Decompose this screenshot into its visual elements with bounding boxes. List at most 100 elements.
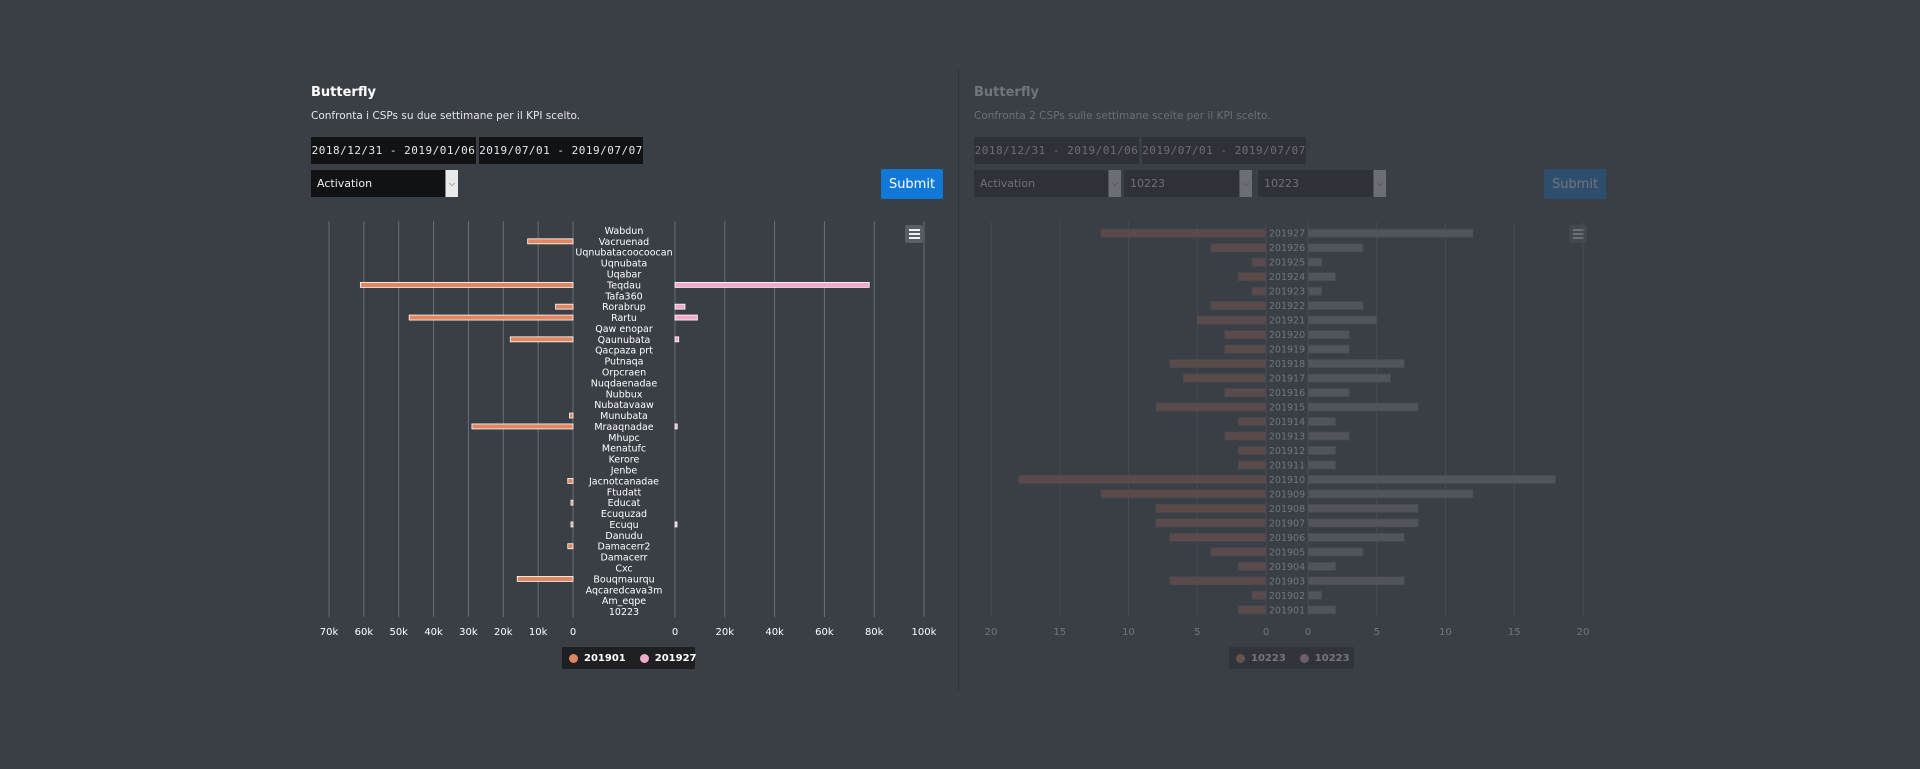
bar-series2: [674, 314, 698, 321]
category-label: Mhupc: [608, 433, 640, 444]
category-label: Uqnubata: [601, 259, 647, 270]
legend-item-series1[interactable]: 10223: [1229, 653, 1293, 664]
bar-series2: [1307, 446, 1336, 455]
bar-series2: [674, 423, 678, 430]
bar-series1: [569, 412, 574, 419]
category-label: Ecuquzad: [601, 509, 647, 520]
legend-item-series2[interactable]: 10223: [1293, 653, 1357, 664]
right-butterfly-panel: Butterfly Confronta 2 CSPs sulle settima…: [962, 0, 1920, 769]
category-label: Qaw enopar: [595, 324, 653, 335]
bar-series2: [674, 281, 870, 288]
bar-series1: [516, 575, 574, 582]
bar-series1: [1224, 330, 1267, 340]
bar-series2: [1307, 605, 1336, 615]
category-label: Wabdun: [605, 226, 644, 237]
series2-dot-icon: [1299, 653, 1309, 663]
bar-series1: [471, 423, 574, 430]
category-label: Nuqdaenadae: [591, 378, 658, 389]
x-tick-label: 10: [1439, 627, 1452, 638]
butterfly-chart: 20 15 10 5 0 0 5 10 15 20 201927 201926 201925 201924…: [985, 222, 1589, 638]
bar-series2: [1307, 257, 1323, 267]
bar-series2: [1307, 532, 1405, 542]
category-label: 201906: [1269, 533, 1305, 544]
category-label: Jacnotcanadae: [588, 476, 659, 487]
category-label: Ecuqu: [609, 520, 638, 531]
category-label: Munubata: [600, 411, 648, 422]
bar-series1: [1155, 402, 1267, 412]
bar-series2: [1307, 503, 1419, 513]
bar-series1: [1100, 489, 1267, 499]
category-label: 201919: [1269, 345, 1305, 356]
bar-series1: [1224, 431, 1267, 441]
category-label: 201912: [1269, 446, 1305, 457]
bar-series2: [1307, 417, 1336, 426]
bar-series2: [1307, 286, 1323, 296]
bar-series1: [1238, 605, 1267, 615]
x-tick-label: 40k: [424, 627, 443, 638]
x-tick-label: 80k: [865, 627, 884, 638]
x-tick-label: 0: [1263, 627, 1269, 638]
x-tick-label: 30k: [459, 627, 478, 638]
category-label: 201901: [1269, 605, 1305, 616]
x-tick-label: 15: [1053, 627, 1066, 638]
bar-series1: [1210, 301, 1267, 311]
category-label: 201923: [1269, 287, 1305, 298]
bar-series2: [1307, 518, 1419, 528]
bar-series1: [1155, 503, 1267, 513]
category-label: Uqabar: [607, 270, 642, 281]
category-label: 201917: [1269, 374, 1305, 385]
series1-dot-icon: [1236, 653, 1245, 663]
x-tick-label: 10k: [529, 627, 548, 638]
bar-series1: [570, 499, 574, 506]
x-tick-label: 20k: [716, 627, 735, 638]
x-tick-label: 50k: [389, 627, 408, 638]
bar-series1: [1224, 344, 1267, 354]
category-label: 201908: [1269, 504, 1305, 515]
bar-series1: [1238, 446, 1267, 455]
category-label: 201910: [1269, 475, 1305, 486]
chart-legend: 201901 201927: [562, 647, 697, 669]
category-label: 201915: [1269, 403, 1305, 414]
category-label: Qacpaza prt: [595, 346, 653, 357]
category-label: Rorabrup: [602, 302, 646, 313]
category-label: 201924: [1269, 272, 1305, 283]
category-label: 201922: [1269, 301, 1305, 312]
x-tick-label: 0: [672, 627, 678, 638]
category-label: Nubbux: [606, 389, 643, 400]
bar-series2: [1307, 489, 1474, 499]
category-label: Orpcraen: [602, 368, 646, 379]
category-label: 201904: [1269, 562, 1305, 573]
bar-series2: [1307, 315, 1378, 325]
category-label: Ftudatt: [607, 487, 642, 498]
category-label: 201913: [1269, 431, 1305, 442]
category-label: Aqcaredcava3m: [586, 585, 663, 596]
x-tick-label: 15: [1508, 627, 1521, 638]
bar-series2: [1307, 228, 1474, 238]
bar-series1: [408, 314, 574, 321]
series2-dot-icon: [639, 653, 649, 663]
bar-series2: [1307, 402, 1419, 412]
category-label: Bouqmaurqu: [593, 574, 654, 585]
category-label: 201911: [1269, 460, 1305, 471]
legend-label: 201901: [584, 652, 626, 664]
category-label: 201916: [1269, 388, 1305, 399]
category-label: 201902: [1269, 591, 1305, 602]
bar-series1: [1169, 359, 1267, 368]
bar-series1: [1224, 388, 1267, 397]
category-label: Menatufc: [602, 444, 646, 455]
x-tick-label: 60k: [815, 627, 834, 638]
legend-item-series1[interactable]: 201901: [562, 653, 633, 664]
legend-item-series2[interactable]: 201927: [633, 653, 704, 664]
bar-series1: [1183, 373, 1267, 383]
bar-series2: [1307, 344, 1350, 354]
legend-label: 10223: [1251, 652, 1286, 664]
bar-series1: [1018, 475, 1267, 484]
category-label: Damacerr2: [598, 542, 651, 553]
bar-series1: [1238, 417, 1267, 426]
bar-series1: [1155, 518, 1267, 528]
bar-series2: [674, 521, 678, 528]
category-label: Nubatavaaw: [594, 400, 654, 411]
bar-series1: [1238, 561, 1267, 571]
category-label: Uqnubatacoocoocan: [575, 248, 672, 259]
bar-series1: [1196, 315, 1267, 325]
